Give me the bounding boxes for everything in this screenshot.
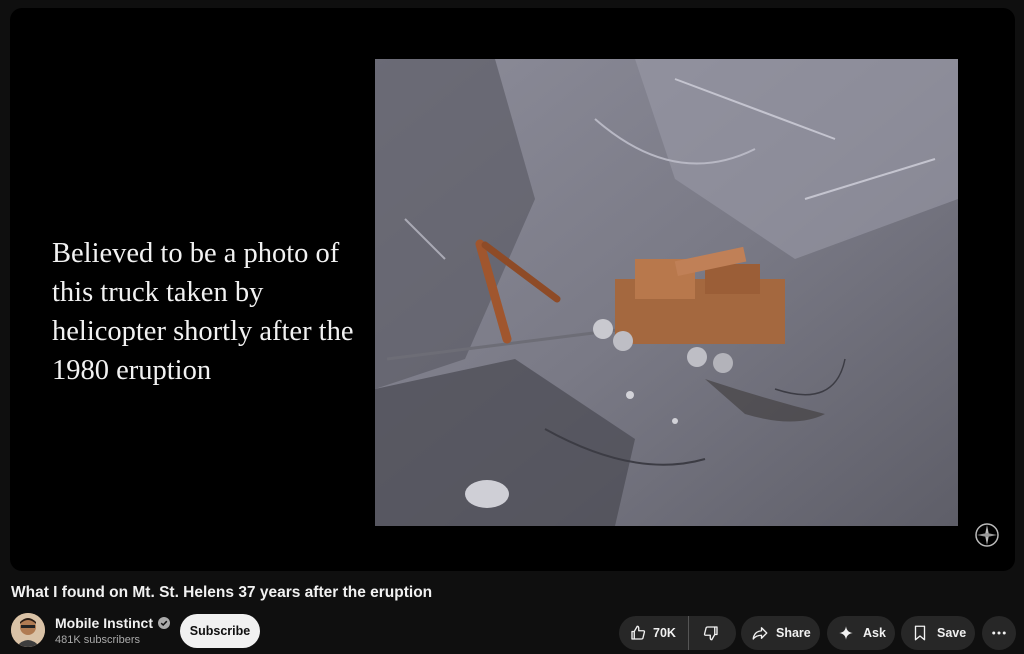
- verified-icon: [158, 617, 170, 629]
- channel-name-label[interactable]: Mobile Instinct: [55, 615, 153, 631]
- thumbs-down-icon: [703, 626, 718, 641]
- video-player[interactable]: Believed to be a photo of this truck tak…: [10, 8, 1015, 571]
- video-caption-text: Believed to be a photo of this truck tak…: [52, 238, 354, 386]
- save-icon: [914, 625, 926, 641]
- helicopter-photo: [375, 59, 958, 526]
- share-button[interactable]: Share: [741, 616, 820, 650]
- save-button[interactable]: Save: [901, 616, 975, 650]
- ask-button[interactable]: Ask: [827, 616, 895, 650]
- channel-watermark-icon[interactable]: [973, 521, 1001, 549]
- share-label: Share: [776, 626, 811, 640]
- like-dislike-group: 70K: [619, 616, 736, 650]
- share-icon: [752, 627, 768, 640]
- thumbs-up-icon: [631, 625, 646, 640]
- more-icon: [992, 631, 1006, 635]
- dislike-button[interactable]: [689, 616, 720, 650]
- save-label: Save: [937, 626, 967, 640]
- ask-label: Ask: [863, 626, 886, 640]
- like-button[interactable]: 70K: [629, 616, 689, 650]
- channel-name[interactable]: Mobile Instinct: [55, 615, 170, 631]
- sparkle-icon: [839, 626, 853, 640]
- channel-avatar[interactable]: [11, 613, 45, 647]
- subscriber-count: 481K subscribers: [55, 634, 140, 646]
- more-actions-button[interactable]: [982, 616, 1016, 650]
- like-count: 70K: [653, 626, 676, 640]
- video-title: What I found on Mt. St. Helens 37 years …: [11, 584, 433, 601]
- subscribe-button[interactable]: Subscribe: [180, 614, 260, 648]
